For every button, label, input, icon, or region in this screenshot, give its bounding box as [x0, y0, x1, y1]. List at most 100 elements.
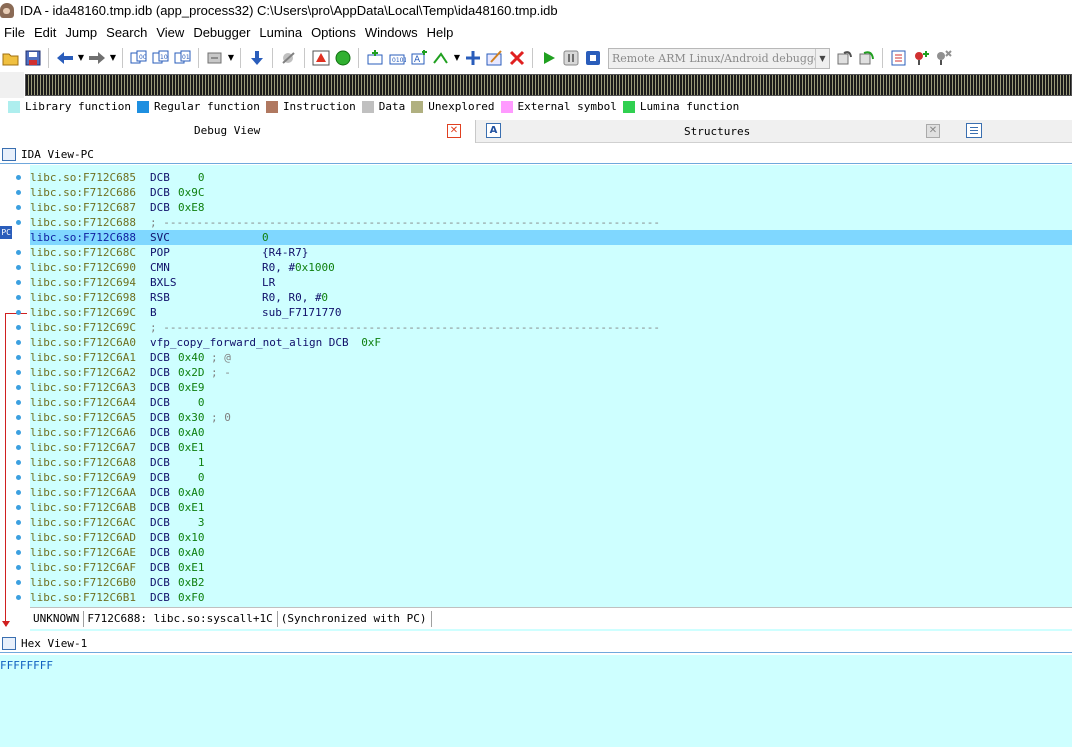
code-line[interactable]: libc.so:F712C6A9 DCB 0 — [30, 470, 1072, 485]
hide-icon[interactable] — [278, 47, 300, 69]
menu-file[interactable]: File — [0, 23, 29, 43]
add-string-icon[interactable]: A — [408, 47, 430, 69]
menu-jump[interactable]: Jump — [61, 23, 101, 43]
arrows-gutter[interactable]: PC — [0, 165, 30, 631]
breakpoint-dot-icon[interactable] — [16, 325, 21, 330]
chevron-down-icon[interactable]: ▼ — [452, 47, 462, 69]
open-icon[interactable] — [0, 47, 22, 69]
breakpoint-remove-icon[interactable] — [932, 47, 954, 69]
jump-down-icon[interactable] — [246, 47, 268, 69]
code-line[interactable]: libc.so:F712C6A4 DCB 0 — [30, 395, 1072, 410]
code-line[interactable]: libc.so:F712C690 CMN R0, #0x1000 — [30, 260, 1072, 275]
menu-windows[interactable]: Windows — [361, 23, 422, 43]
chevron-down-icon[interactable]: ▼ — [108, 47, 118, 69]
menu-options[interactable]: Options — [307, 23, 360, 43]
breakpoint-add-icon[interactable] — [910, 47, 932, 69]
breakpoint-dot-icon[interactable] — [16, 205, 21, 210]
code-line-current[interactable]: libc.so:F712C688 SVC 0 — [30, 230, 1072, 245]
add-data-icon[interactable]: 0101 — [386, 47, 408, 69]
start-circle-icon[interactable] — [332, 47, 354, 69]
code-line[interactable]: libc.so:F712C6AD DCB 0x10 — [30, 530, 1072, 545]
edit-icon[interactable] — [484, 47, 506, 69]
menu-edit[interactable]: Edit — [30, 23, 60, 43]
breakpoint-dot-icon[interactable] — [16, 175, 21, 180]
breakpoint-dot-icon[interactable] — [16, 580, 21, 585]
code-line[interactable]: libc.so:F712C687 DCB 0xE8 — [30, 200, 1072, 215]
code-line[interactable]: libc.so:F712C6A5 DCB 0x30 ; 0 — [30, 410, 1072, 425]
code-line[interactable]: libc.so:F712C686 DCB 0x9C — [30, 185, 1072, 200]
breakpoint-dot-icon[interactable] — [16, 520, 21, 525]
menu-view[interactable]: View — [152, 23, 188, 43]
code-line[interactable]: libc.so:F712C6B1 DCB 0xF0 — [30, 590, 1072, 605]
breakpoint-dot-icon[interactable] — [16, 250, 21, 255]
breakpoint-dot-icon[interactable] — [16, 190, 21, 195]
code-line[interactable]: libc.so:F712C6AA DCB 0xA0 — [30, 485, 1072, 500]
breakpoint-dot-icon[interactable] — [16, 220, 21, 225]
delete-icon[interactable] — [506, 47, 528, 69]
hex-view[interactable]: FFFFFFFF — [0, 655, 1072, 747]
code-icon[interactable]: 00 — [128, 47, 150, 69]
breakpoint-dot-icon[interactable] — [16, 445, 21, 450]
breakpoint-dot-icon[interactable] — [16, 310, 21, 315]
list-icon[interactable] — [888, 47, 910, 69]
code-line[interactable]: libc.so:F712C688 ; ----------------------… — [30, 215, 1072, 230]
code-line[interactable]: libc.so:F712C6A3 DCB 0xE9 — [30, 380, 1072, 395]
code-area[interactable]: libc.so:F712C685 DCB 0 libc.so:F712C686 DCB… — [30, 165, 1072, 631]
code-line[interactable]: libc.so:F712C6AC DCB 3 — [30, 515, 1072, 530]
navigation-band[interactable] — [25, 74, 1072, 96]
menu-search[interactable]: Search — [102, 23, 151, 43]
save-icon[interactable] — [22, 47, 44, 69]
code-line[interactable]: libc.so:F712C6AB DCB 0xE1 — [30, 500, 1072, 515]
breakpoint-dot-icon[interactable] — [16, 400, 21, 405]
code-line[interactable]: libc.so:F712C6A0 vfp_copy_forward_not_ali… — [30, 335, 1072, 350]
back-icon[interactable] — [54, 47, 76, 69]
breakpoint-dot-icon[interactable] — [16, 265, 21, 270]
code-line[interactable]: libc.so:F712C6AF DCB 0xE1 — [30, 560, 1072, 575]
xref-icon[interactable] — [430, 47, 452, 69]
add-breakpoint-icon[interactable] — [462, 47, 484, 69]
breakpoint-dot-icon[interactable] — [16, 295, 21, 300]
menu-help[interactable]: Help — [423, 23, 458, 43]
breakpoint-dot-icon[interactable] — [16, 370, 21, 375]
code-line[interactable]: libc.so:F712C685 DCB 0 — [30, 170, 1072, 185]
code-line[interactable]: libc.so:F712C6A2 DCB 0x2D ; - — [30, 365, 1072, 380]
breakpoint-dot-icon[interactable] — [16, 490, 21, 495]
disassembly-view[interactable]: PC libc.so:F712C685 DCB 0 libc.so:F712C686… — [0, 165, 1072, 631]
breakpoint-dot-icon[interactable] — [16, 565, 21, 570]
menu-debugger[interactable]: Debugger — [189, 23, 254, 43]
breakpoint-dot-icon[interactable] — [16, 595, 21, 600]
chevron-down-icon[interactable]: ▼ — [226, 47, 236, 69]
code-line[interactable]: libc.so:F712C6B0 DCB 0xB2 — [30, 575, 1072, 590]
menu-lumina[interactable]: Lumina — [255, 23, 306, 43]
code-line[interactable]: libc.so:F712C698 RSB R0, R0, #0 — [30, 290, 1072, 305]
code-line[interactable]: libc.so:F712C69C ; ----------------------… — [30, 320, 1072, 335]
breakpoint-dot-icon[interactable] — [16, 280, 21, 285]
string-icon[interactable]: 01 — [172, 47, 194, 69]
patch-icon[interactable] — [204, 47, 226, 69]
code-line[interactable]: libc.so:F712C6AE DCB 0xA0 — [30, 545, 1072, 560]
graph-icon[interactable] — [310, 47, 332, 69]
step-over-icon[interactable] — [856, 47, 878, 69]
code-line[interactable]: libc.so:F712C69C Bsub_F7171770 — [30, 305, 1072, 320]
run-icon[interactable] — [538, 47, 560, 69]
code-line[interactable]: libc.so:F712C6A7 DCB 0xE1 — [30, 440, 1072, 455]
tab-structures[interactable]: A Structures ✕ — [477, 120, 954, 143]
breakpoint-dot-icon[interactable] — [16, 505, 21, 510]
breakpoint-dot-icon[interactable] — [16, 430, 21, 435]
step-into-icon[interactable] — [834, 47, 856, 69]
code-line[interactable]: libc.so:F712C694 BXLS LR — [30, 275, 1072, 290]
tab-debug-view[interactable]: Debug View ✕ — [0, 120, 476, 143]
breakpoint-dot-icon[interactable] — [16, 535, 21, 540]
breakpoint-dot-icon[interactable] — [16, 340, 21, 345]
tab-extra[interactable] — [958, 120, 1072, 143]
breakpoint-dot-icon[interactable] — [16, 355, 21, 360]
breakpoint-dot-icon[interactable] — [16, 550, 21, 555]
breakpoint-dot-icon[interactable] — [16, 415, 21, 420]
close-icon[interactable]: ✕ — [447, 124, 461, 138]
forward-icon[interactable] — [86, 47, 108, 69]
stop-icon[interactable] — [582, 47, 604, 69]
add-code-icon[interactable] — [364, 47, 386, 69]
breakpoint-dot-icon[interactable] — [16, 385, 21, 390]
debugger-select[interactable]: Remote ARM Linux/Android debugger ▼ — [608, 47, 830, 69]
code-line[interactable]: libc.so:F712C6A1 DCB 0x40 ; @ — [30, 350, 1072, 365]
